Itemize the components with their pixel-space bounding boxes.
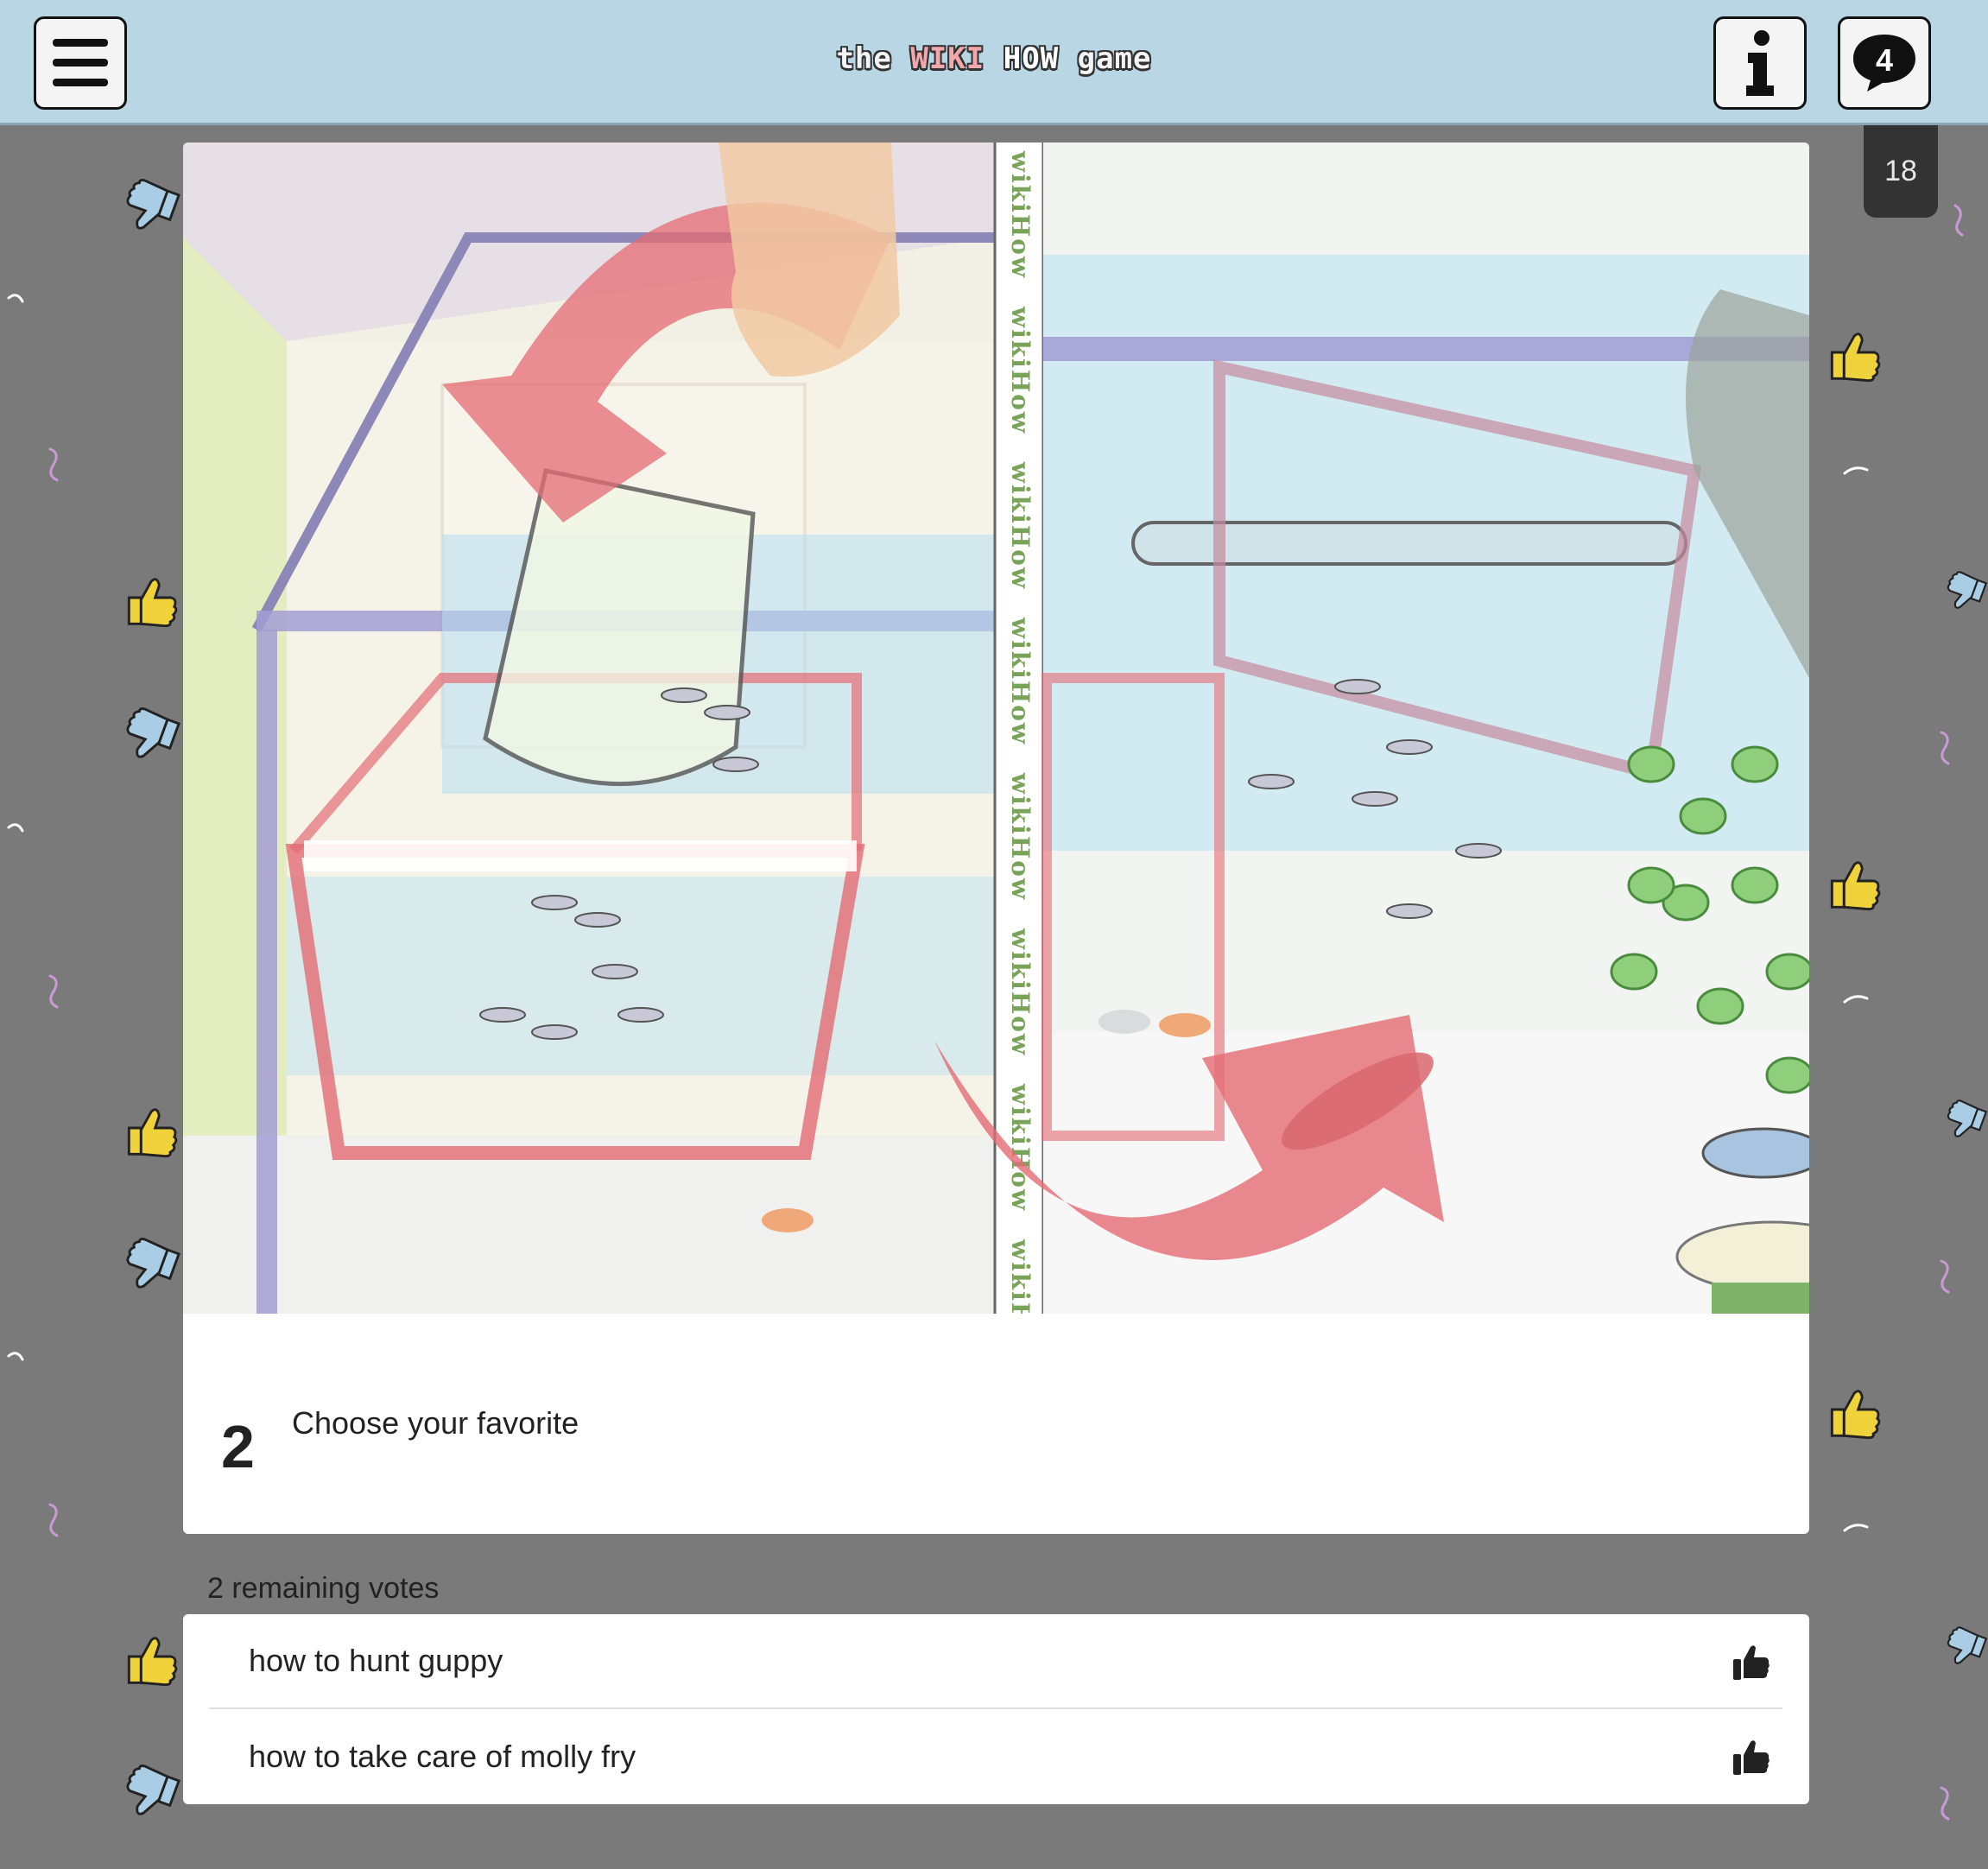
- thumbs-up-icon[interactable]: [1732, 1644, 1770, 1682]
- watermark-text: wikiHow: [1006, 1083, 1035, 1212]
- watermark-text: wikiHow: [1006, 306, 1035, 434]
- vote-option-label: how to take care of molly fry: [249, 1739, 636, 1774]
- vote-option[interactable]: how to hunt guppy: [209, 1614, 1782, 1709]
- step-number: 2: [221, 1413, 255, 1480]
- vote-option[interactable]: how to take care of molly fry: [209, 1709, 1782, 1804]
- step-card: wikiHow wikiHow wikiHow wikiHow wikiHow …: [183, 143, 1809, 1534]
- thumbs-up-icon[interactable]: [1732, 1739, 1770, 1777]
- watermark-text: wikiHow: [1006, 772, 1035, 901]
- vote-option-label: how to hunt guppy: [249, 1643, 503, 1678]
- watermark-text: wikiHow: [1006, 928, 1035, 1056]
- watermark-text: wikiHow: [1006, 461, 1035, 590]
- step-instruction: Choose your favorite: [292, 1405, 579, 1441]
- watermark-text: wikiHow: [1006, 150, 1035, 279]
- watermark-text: wikiHow: [1006, 617, 1035, 745]
- aquarium-illustration: wikiHow wikiHow wikiHow wikiHow wikiHow …: [183, 143, 1809, 1367]
- remaining-votes: 2 remaining votes: [207, 1572, 440, 1605]
- step-illustration: wikiHow wikiHow wikiHow wikiHow wikiHow …: [183, 143, 1809, 1367]
- watermark-text: wikiHow: [1006, 1239, 1035, 1314]
- vote-options-list: how to hunt guppy how to take care of mo…: [183, 1614, 1809, 1804]
